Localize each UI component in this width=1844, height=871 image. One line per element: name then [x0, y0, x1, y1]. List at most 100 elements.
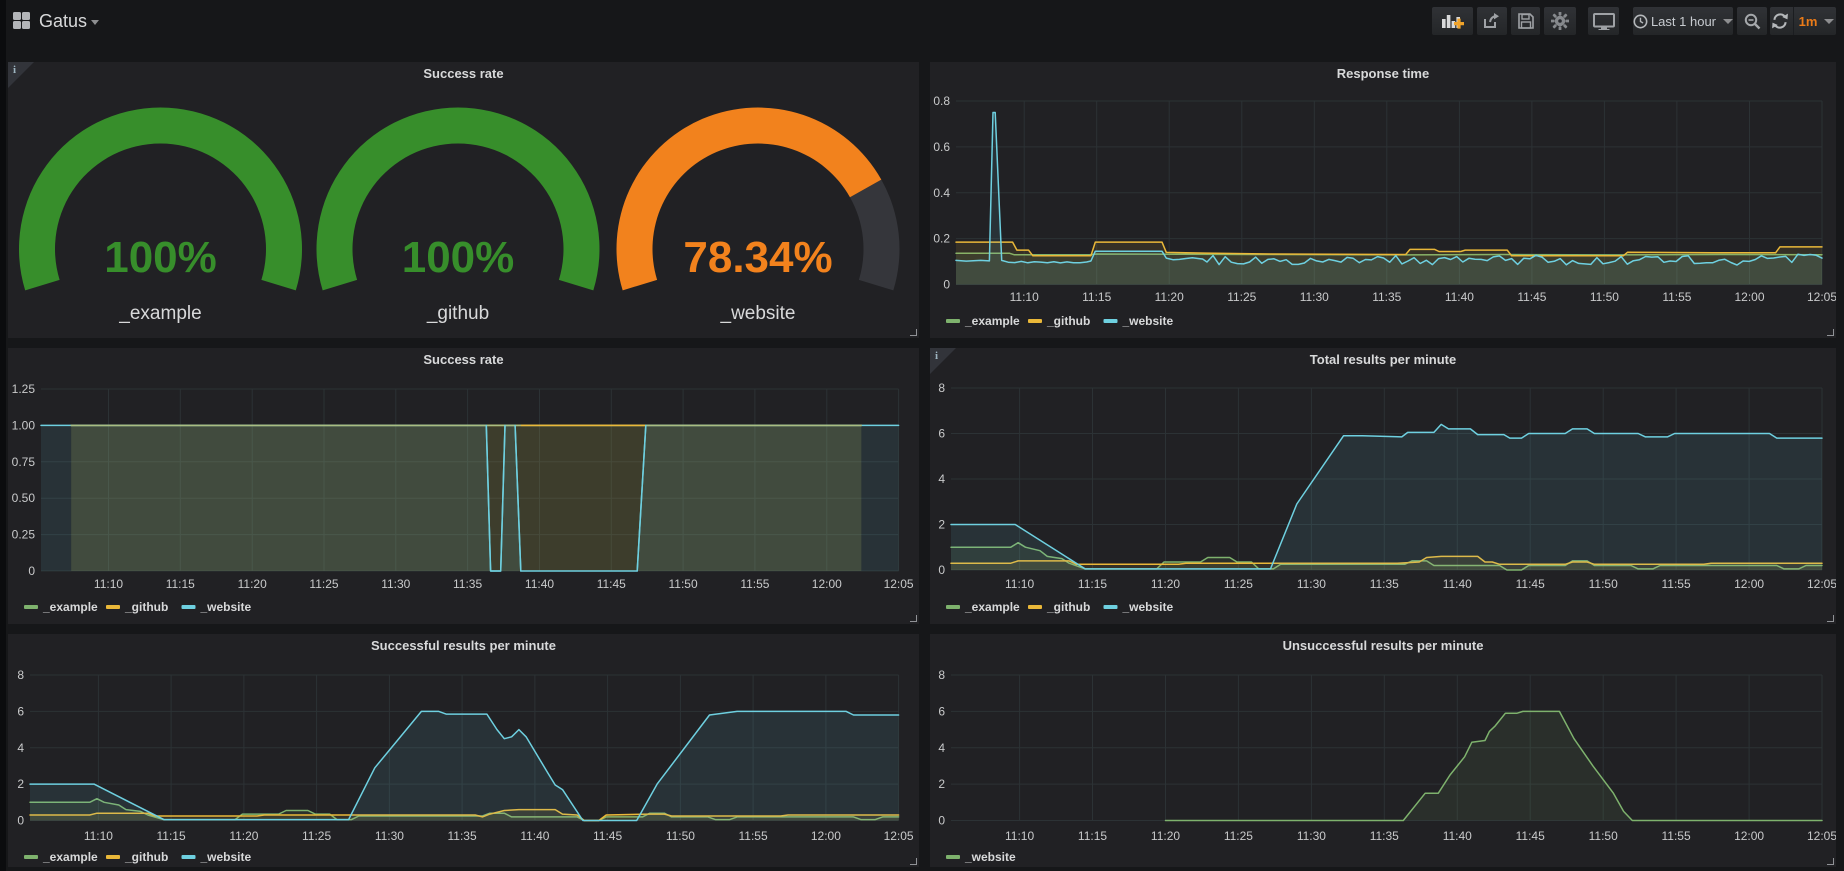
svg-text:_website: _website [200, 850, 252, 864]
svg-text:8: 8 [17, 668, 24, 682]
svg-text:11:50: 11:50 [1589, 829, 1618, 843]
svg-text:4: 4 [17, 741, 24, 755]
svg-text:11:25: 11:25 [302, 829, 331, 843]
svg-text:11:30: 11:30 [1297, 577, 1326, 591]
svg-text:0: 0 [943, 278, 950, 292]
svg-text:6: 6 [938, 704, 945, 718]
svg-text:11:45: 11:45 [593, 829, 622, 843]
svg-text:_website: _website [1122, 314, 1174, 328]
svg-text:11:35: 11:35 [1370, 829, 1399, 843]
svg-text:11:50: 11:50 [666, 829, 695, 843]
svg-text:_github: _github [426, 303, 489, 324]
svg-text:11:25: 11:25 [309, 577, 338, 591]
svg-text:_github: _github [1046, 314, 1090, 328]
svg-text:0.25: 0.25 [12, 528, 36, 542]
svg-text:11:20: 11:20 [1151, 577, 1180, 591]
svg-text:11:20: 11:20 [1151, 829, 1180, 843]
svg-text:12:05: 12:05 [1807, 577, 1836, 591]
svg-text:11:45: 11:45 [597, 577, 626, 591]
svg-text:11:55: 11:55 [1662, 290, 1691, 304]
svg-text:0.2: 0.2 [933, 232, 950, 246]
svg-text:6: 6 [938, 427, 945, 441]
svg-text:11:15: 11:15 [1078, 577, 1107, 591]
svg-text:2: 2 [17, 777, 24, 791]
svg-text:0.6: 0.6 [933, 140, 950, 154]
svg-text:0.50: 0.50 [12, 491, 36, 505]
svg-text:11:25: 11:25 [1224, 577, 1253, 591]
svg-text:12:00: 12:00 [1734, 829, 1764, 843]
svg-text:11:55: 11:55 [1662, 829, 1691, 843]
svg-text:11:55: 11:55 [739, 829, 768, 843]
svg-text:11:50: 11:50 [669, 577, 698, 591]
svg-text:11:50: 11:50 [1590, 290, 1619, 304]
svg-text:_website: _website [200, 600, 252, 614]
svg-text:_example: _example [964, 314, 1020, 328]
svg-text:12:00: 12:00 [811, 829, 841, 843]
svg-text:12:05: 12:05 [884, 829, 914, 843]
svg-text:4: 4 [938, 472, 945, 486]
svg-text:6: 6 [17, 704, 24, 718]
svg-text:11:30: 11:30 [1300, 290, 1329, 304]
svg-text:11:55: 11:55 [1662, 577, 1691, 591]
svg-text:11:15: 11:15 [166, 577, 195, 591]
svg-text:0: 0 [28, 564, 35, 578]
svg-text:11:10: 11:10 [1010, 290, 1039, 304]
svg-text:12:05: 12:05 [884, 577, 914, 591]
svg-text:_website: _website [1122, 600, 1174, 614]
svg-text:1.25: 1.25 [12, 382, 36, 396]
svg-text:78.34%: 78.34% [683, 233, 832, 282]
svg-text:11:35: 11:35 [448, 829, 477, 843]
svg-text:2: 2 [938, 777, 945, 791]
svg-text:_website: _website [964, 850, 1016, 864]
svg-text:8: 8 [938, 668, 945, 682]
svg-text:11:15: 11:15 [157, 829, 186, 843]
svg-text:11:25: 11:25 [1224, 829, 1253, 843]
svg-text:11:20: 11:20 [229, 829, 258, 843]
svg-text:_example: _example [964, 600, 1020, 614]
svg-text:11:30: 11:30 [1297, 829, 1326, 843]
svg-text:_example: _example [118, 303, 201, 324]
svg-text:12:00: 12:00 [1734, 290, 1764, 304]
svg-text:0: 0 [938, 563, 945, 577]
svg-text:11:10: 11:10 [1005, 829, 1034, 843]
svg-text:_github: _github [124, 850, 168, 864]
svg-text:11:50: 11:50 [1589, 577, 1618, 591]
svg-text:11:40: 11:40 [1443, 829, 1472, 843]
svg-text:11:30: 11:30 [375, 829, 404, 843]
svg-text:_github: _github [1046, 600, 1090, 614]
svg-text:2: 2 [938, 518, 945, 532]
svg-text:11:45: 11:45 [1516, 829, 1545, 843]
svg-text:11:35: 11:35 [1372, 290, 1401, 304]
svg-text:11:30: 11:30 [381, 577, 410, 591]
svg-text:11:10: 11:10 [84, 829, 113, 843]
svg-text:100%: 100% [104, 233, 217, 282]
svg-text:11:40: 11:40 [1445, 290, 1474, 304]
svg-text:12:05: 12:05 [1807, 290, 1836, 304]
svg-text:100%: 100% [402, 233, 515, 282]
svg-text:11:10: 11:10 [94, 577, 123, 591]
svg-text:11:45: 11:45 [1517, 290, 1546, 304]
svg-text:11:35: 11:35 [1370, 577, 1399, 591]
svg-text:_github: _github [124, 600, 168, 614]
svg-text:_example: _example [42, 600, 98, 614]
svg-text:12:05: 12:05 [1807, 829, 1836, 843]
svg-text:12:00: 12:00 [812, 577, 842, 591]
svg-text:12:00: 12:00 [1734, 577, 1764, 591]
svg-text:11:40: 11:40 [1443, 577, 1472, 591]
svg-text:11:45: 11:45 [1516, 577, 1545, 591]
svg-text:1.00: 1.00 [12, 418, 36, 432]
svg-text:0.4: 0.4 [933, 186, 950, 200]
svg-text:11:25: 11:25 [1227, 290, 1256, 304]
svg-text:11:15: 11:15 [1078, 829, 1107, 843]
svg-text:0.75: 0.75 [12, 455, 36, 469]
svg-text:11:15: 11:15 [1082, 290, 1111, 304]
svg-text:0.8: 0.8 [933, 94, 950, 108]
svg-text:4: 4 [938, 741, 945, 755]
svg-text:0: 0 [17, 814, 24, 828]
svg-text:11:40: 11:40 [520, 829, 549, 843]
svg-text:11:40: 11:40 [525, 577, 554, 591]
svg-text:8: 8 [938, 381, 945, 395]
svg-text:11:55: 11:55 [740, 577, 769, 591]
svg-text:_website: _website [720, 303, 796, 324]
svg-text:11:20: 11:20 [238, 577, 267, 591]
